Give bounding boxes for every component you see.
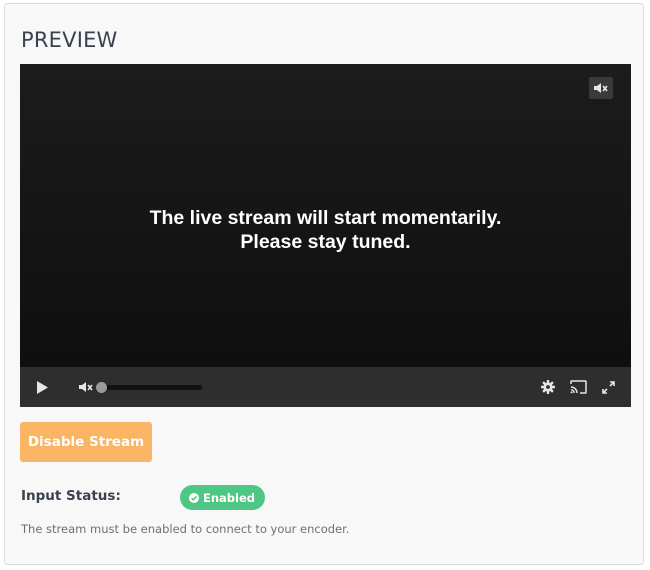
volume-slider-track[interactable]: [100, 385, 202, 390]
settings-button[interactable]: [538, 367, 558, 407]
status-help-text: The stream must be enabled to connect to…: [21, 522, 350, 536]
volume-mute-icon: [79, 382, 93, 392]
status-badge-text: Enabled: [203, 490, 256, 505]
play-icon: [37, 380, 48, 394]
fullscreen-button[interactable]: [598, 367, 618, 407]
volume-slider-handle[interactable]: [96, 382, 107, 393]
cast-icon: [569, 380, 587, 394]
preview-panel: PREVIEW The live stream will start momen…: [4, 3, 644, 565]
stream-message-line-1: The live stream will start momentarily.: [149, 207, 502, 229]
stream-message: The live stream will start momentarily. …: [20, 206, 631, 254]
section-title: PREVIEW: [21, 28, 118, 52]
check-circle-icon: [189, 492, 199, 503]
disable-stream-button[interactable]: Disable Stream: [20, 422, 152, 462]
input-status-label: Input Status:: [21, 488, 121, 504]
volume-button[interactable]: [74, 367, 98, 407]
play-button[interactable]: [32, 367, 52, 407]
gear-icon: [541, 380, 555, 394]
player-controls: [20, 367, 631, 407]
fullscreen-icon: [601, 380, 615, 394]
mute-indicator-button[interactable]: [589, 77, 613, 99]
stream-message-line-2: Please stay tuned.: [240, 231, 411, 253]
video-player[interactable]: The live stream will start momentarily. …: [20, 64, 631, 407]
status-badge: Enabled: [180, 485, 266, 510]
volume-mute-icon: [594, 83, 608, 93]
cast-button[interactable]: [566, 367, 590, 407]
